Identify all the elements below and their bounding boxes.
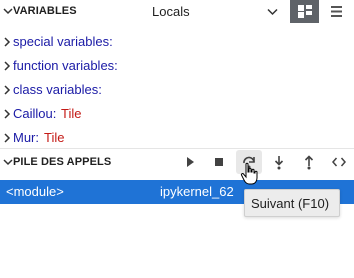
list-view-icon [331, 6, 342, 17]
variable-row-function[interactable]: function variables: [0, 54, 354, 78]
variable-row-class[interactable]: class variables: [0, 78, 354, 102]
continue-button[interactable] [177, 150, 203, 174]
stack-frame-file-name: ipykernel_62 [160, 184, 234, 199]
restart-frame-button[interactable] [326, 150, 352, 174]
list-view-button[interactable] [322, 0, 351, 23]
step-into-icon [274, 156, 284, 170]
variable-name: Caillou: [13, 106, 57, 121]
stack-frame-name: <module> [6, 184, 64, 199]
variable-value: Tile [61, 106, 82, 121]
step-out-button[interactable] [296, 150, 322, 174]
variables-header[interactable]: VARIABLES Locals [0, 0, 354, 24]
tree-view-button[interactable] [290, 0, 319, 23]
variable-value: Tile [44, 130, 65, 145]
tree-view-icon [298, 5, 312, 18]
play-icon [187, 157, 194, 167]
variable-row-mur[interactable]: Mur: Tile [0, 126, 354, 150]
stop-button[interactable] [206, 150, 232, 174]
stop-icon [215, 158, 223, 166]
chevron-down-icon[interactable] [3, 6, 13, 16]
dropdown-arrow-icon [267, 8, 278, 16]
chevron-right-icon [4, 109, 11, 119]
scope-select[interactable]: Locals [152, 2, 280, 22]
variable-row-caillou[interactable]: Caillou: Tile [0, 102, 354, 126]
call-stack-header[interactable]: PILE DES APPELS [0, 148, 354, 174]
variable-name: class variables: [13, 82, 102, 97]
step-out-icon [304, 155, 314, 170]
variable-name: Mur: [13, 130, 39, 145]
code-brackets-icon [332, 157, 346, 167]
variable-row-special[interactable]: special variables: [0, 30, 354, 54]
variables-title: VARIABLES [13, 5, 77, 17]
variable-name: function variables: [13, 58, 118, 73]
chevron-right-icon [4, 85, 11, 95]
call-stack-title: PILE DES APPELS [13, 156, 112, 168]
step-into-button[interactable] [266, 150, 292, 174]
chevron-right-icon [4, 61, 11, 71]
variable-name: special variables: [13, 34, 113, 49]
chevron-right-icon [4, 37, 11, 47]
tooltip: Suivant (F10) [244, 189, 340, 217]
scope-select-value: Locals [152, 4, 190, 19]
chevron-down-icon[interactable] [3, 157, 13, 167]
chevron-right-icon [4, 133, 11, 143]
tooltip-text: Suivant (F10) [251, 196, 330, 211]
hand-cursor-icon [240, 162, 258, 185]
